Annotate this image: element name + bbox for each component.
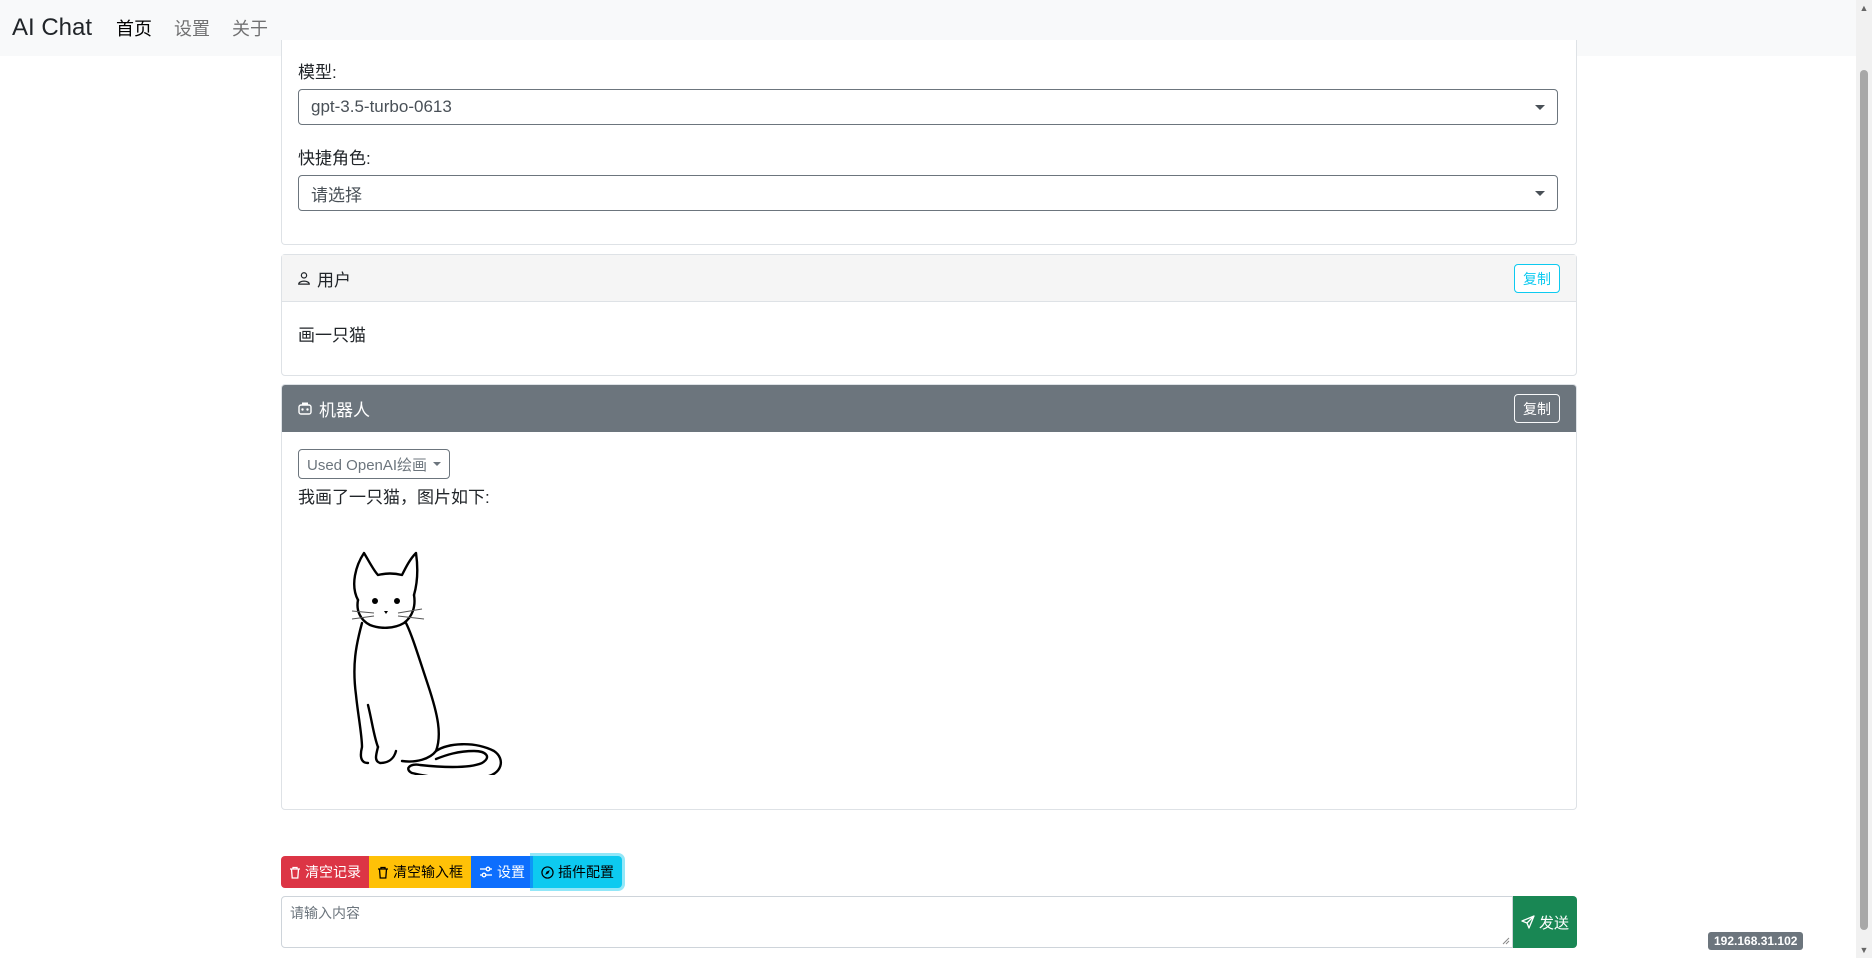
scroll-down-icon[interactable]: ▼ (1859, 945, 1869, 955)
clear-history-label: 清空记录 (305, 864, 361, 880)
settings-button[interactable]: 设置 (471, 856, 533, 888)
user-role-title: 用户 (297, 266, 351, 291)
trash-icon (378, 866, 388, 879)
cat-drawing-icon (351, 551, 503, 780)
settings-card: 模型: gpt-3.5-turbo-0613 快捷角色: 请选择 (281, 40, 1577, 245)
role-select-value: 请选择 (311, 185, 362, 205)
bot-message-card: 机器人 复制 Used OpenAI绘画 我画了一只猫，图片如下: (281, 384, 1577, 810)
chevron-down-icon (1535, 105, 1545, 110)
brand-logo[interactable]: AI Chat (12, 14, 92, 42)
chevron-down-icon (1535, 191, 1545, 196)
plugin-config-button[interactable]: 插件配置 (533, 856, 622, 888)
user-message-header: 用户 复制 (282, 255, 1576, 302)
chevron-down-icon (433, 462, 442, 466)
sliders-icon (480, 866, 492, 878)
message-input[interactable]: 请输入内容 (281, 896, 1513, 948)
compass-icon (541, 865, 554, 879)
nav-link-about[interactable]: 关于 (232, 15, 268, 41)
composer: 请输入内容 发送 (281, 896, 1577, 948)
nav-link-settings[interactable]: 设置 (174, 15, 210, 41)
role-select[interactable]: 请选择 (298, 175, 1558, 211)
user-role-label: 用户 (317, 270, 351, 290)
scrollbar-thumb[interactable] (1860, 70, 1868, 930)
model-label: 模型: (298, 63, 337, 82)
role-label: 快捷角色: (298, 149, 371, 168)
plugin-used-dropdown[interactable]: Used OpenAI绘画 (298, 449, 451, 479)
model-select-value: gpt-3.5-turbo-0613 (311, 97, 452, 116)
bot-role-label: 机器人 (319, 401, 370, 420)
copy-button[interactable]: 复制 (1514, 394, 1560, 423)
clear-input-button[interactable]: 清空输入框 (369, 856, 471, 888)
scroll-up-icon[interactable]: ▲ (1859, 3, 1869, 13)
scrollbar[interactable]: ▲ ▼ (1856, 0, 1872, 958)
copy-button[interactable]: 复制 (1514, 264, 1560, 293)
send-button[interactable]: 发送 (1513, 896, 1577, 948)
cat-drawing-image (298, 515, 548, 780)
bot-message-text: 我画了一只猫，图片如下: (298, 488, 490, 507)
plugin-used-label: Used OpenAI绘画 (307, 456, 428, 474)
send-icon (1521, 915, 1535, 929)
user-icon (298, 272, 310, 285)
bot-role-title: 机器人 (297, 396, 370, 421)
action-toolbar: 清空记录 清空输入框 设置 插件配置 (281, 856, 622, 888)
settings-label: 设置 (497, 864, 525, 880)
resize-handle-icon[interactable] (1502, 937, 1510, 945)
clear-input-label: 清空输入框 (393, 864, 463, 880)
bot-message-header: 机器人 复制 (282, 385, 1576, 432)
send-label: 发送 (1538, 914, 1569, 932)
user-message-card: 用户 复制 画一只猫 (281, 254, 1577, 376)
nav-link-home[interactable]: 首页 (116, 15, 152, 41)
message-input-placeholder: 请输入内容 (290, 905, 360, 921)
robot-icon (298, 402, 312, 415)
clear-history-button[interactable]: 清空记录 (281, 856, 369, 888)
trash-icon (290, 866, 300, 879)
ip-address-badge: 192.168.31.102 (1708, 932, 1804, 950)
plugin-config-label: 插件配置 (558, 864, 614, 880)
user-message-text: 画一只猫 (298, 326, 366, 345)
model-select[interactable]: gpt-3.5-turbo-0613 (298, 89, 1558, 125)
